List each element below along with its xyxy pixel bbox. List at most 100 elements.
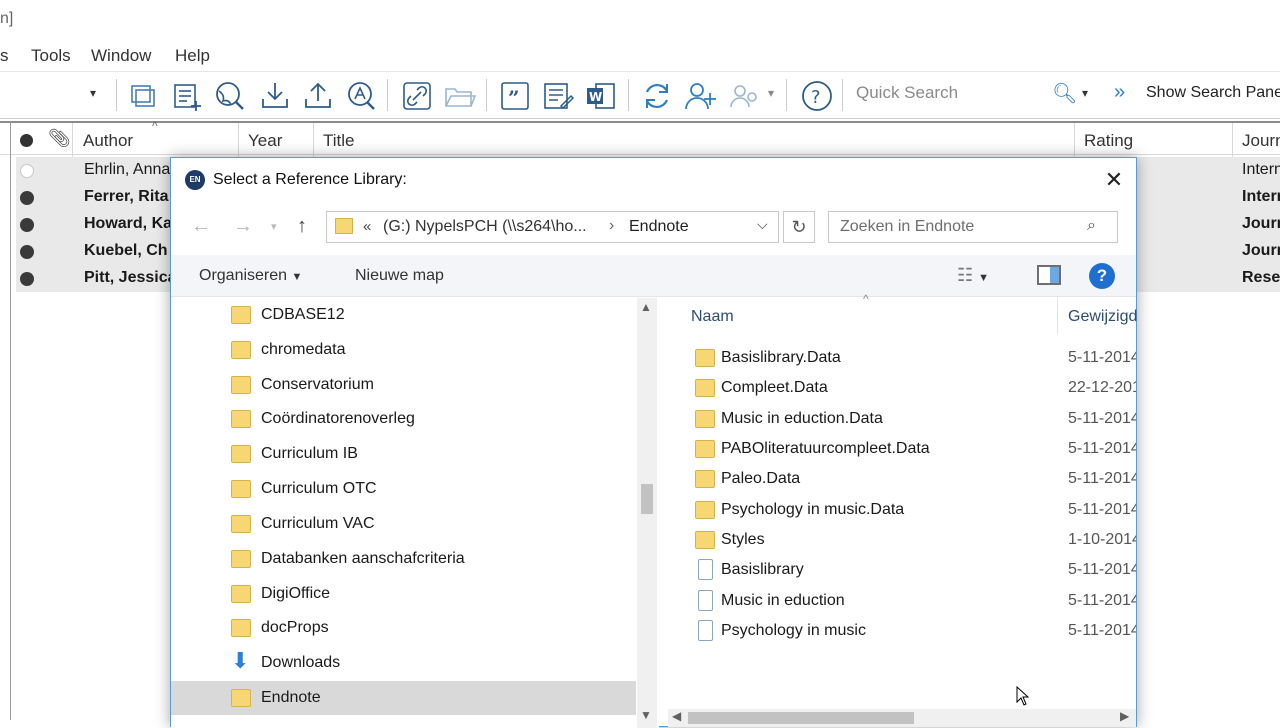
open-file-icon[interactable] bbox=[443, 79, 477, 113]
file-date: 5-11-2014 bbox=[1068, 561, 1136, 578]
open-link-icon[interactable] bbox=[400, 79, 434, 113]
attachment-column-icon[interactable]: 📎︎ bbox=[48, 128, 71, 149]
forward-arrow-icon[interactable]: → bbox=[233, 215, 253, 238]
breadcrumb-overflow[interactable]: « bbox=[363, 218, 371, 235]
folder-icon bbox=[231, 689, 251, 707]
search-options-dropdown-arrow[interactable]: ▾ bbox=[1082, 86, 1088, 100]
read-status-dot[interactable] bbox=[20, 164, 34, 178]
find-fulltext-icon[interactable] bbox=[343, 79, 377, 113]
unread-status-dot[interactable] bbox=[20, 272, 34, 286]
file-row[interactable]: PABOliteratuurcompleet.Data 5-11-2014 bbox=[691, 435, 1136, 465]
search-icon[interactable]: 🔍︎ bbox=[1052, 81, 1077, 106]
show-search-panel-button[interactable]: Show Search Pane bbox=[1146, 84, 1280, 102]
window-title-bar: n] bbox=[0, 0, 1280, 40]
file-row[interactable]: Styles 1-10-2014 bbox=[691, 526, 1136, 556]
insert-citation-icon[interactable]: ” bbox=[498, 79, 532, 113]
nav-item-downloads[interactable]: ⬇ Downloads bbox=[231, 646, 636, 680]
read-status-column-icon[interactable] bbox=[20, 134, 33, 147]
address-bar[interactable]: « (G:) NypelsPCH (\\s264\ho... › Endnote… bbox=[326, 211, 779, 243]
recent-locations-dropdown-icon[interactable]: ▾ bbox=[271, 220, 277, 233]
file-row[interactable]: Compleet.Data 22-12-2014 bbox=[691, 374, 1136, 404]
scroll-left-icon[interactable]: ◀ bbox=[672, 709, 681, 723]
nav-item-endnote[interactable]: Endnote bbox=[171, 681, 636, 715]
column-separator[interactable] bbox=[1057, 298, 1058, 334]
breadcrumb-separator[interactable]: › bbox=[609, 217, 614, 235]
unread-status-dot[interactable] bbox=[20, 191, 34, 205]
file-row[interactable]: Paleo.Data 5-11-2014 bbox=[691, 465, 1136, 495]
menu-bar: s Tools Window Help bbox=[0, 40, 1280, 72]
nav-item-coordinatorenoverleg[interactable]: Coördinatorenoverleg bbox=[231, 402, 636, 436]
file-row[interactable]: Basislibrary 5-11-2014 bbox=[691, 556, 1136, 586]
nav-item-cdbase12[interactable]: CDBASE12 bbox=[231, 298, 636, 332]
breadcrumb-drive[interactable]: (G:) NypelsPCH (\\s264\ho... bbox=[383, 218, 587, 236]
scrollbar-thumb[interactable] bbox=[688, 712, 914, 724]
endnote-app-icon: EN bbox=[185, 170, 205, 190]
nav-item-curriculum-vac[interactable]: Curriculum VAC bbox=[231, 507, 636, 541]
share-library-icon[interactable] bbox=[683, 79, 717, 113]
breadcrumb-current[interactable]: Endnote bbox=[629, 218, 689, 236]
group-share-dropdown-arrow[interactable]: ▾ bbox=[768, 86, 774, 100]
menu-item-tools[interactable]: Tools bbox=[31, 46, 71, 66]
close-button[interactable]: ✕ bbox=[1101, 168, 1127, 194]
file-row[interactable]: Psychology in music 5-11-2014 bbox=[691, 617, 1136, 647]
nav-item-digioffice[interactable]: DigiOffice bbox=[231, 577, 636, 611]
format-bibliography-icon[interactable] bbox=[541, 79, 575, 113]
scrollbar-thumb[interactable] bbox=[641, 484, 653, 514]
unread-status-dot[interactable] bbox=[20, 245, 34, 259]
style-dropdown-arrow[interactable]: ▾ bbox=[90, 86, 96, 100]
nav-item-conservatorium[interactable]: Conservatorium bbox=[231, 368, 636, 402]
up-arrow-icon[interactable]: ↑ bbox=[297, 215, 307, 238]
refresh-button[interactable]: ↻ bbox=[783, 211, 815, 243]
file-row[interactable]: Basislibrary.Data 5-11-2014 bbox=[691, 344, 1136, 374]
new-folder-button[interactable]: Nieuwe map bbox=[355, 267, 444, 285]
column-header-name[interactable]: Naam bbox=[691, 308, 734, 326]
nav-item-label: Endnote bbox=[261, 689, 321, 706]
navigation-scrollbar[interactable]: ▲ ▼ bbox=[637, 298, 657, 728]
nav-item-chromedata[interactable]: chromedata bbox=[231, 333, 636, 367]
quick-search-input[interactable]: Quick Search bbox=[856, 83, 1076, 103]
search-icon[interactable]: ⌕ bbox=[1087, 217, 1096, 235]
reference-journal: Intern bbox=[1242, 188, 1280, 205]
online-search-icon[interactable] bbox=[213, 79, 247, 113]
reference-author: Ehrlin, Anna bbox=[84, 161, 171, 178]
column-header-title[interactable]: Title bbox=[323, 131, 355, 151]
chevron-down-icon[interactable]: ⌵ bbox=[757, 216, 768, 233]
sync-icon[interactable] bbox=[640, 79, 674, 113]
group-share-icon[interactable] bbox=[728, 79, 762, 113]
export-icon[interactable] bbox=[301, 79, 335, 113]
reference-list-header: 📎︎ Author ^ Year Title Rating Journ bbox=[0, 119, 1280, 157]
column-header-modified[interactable]: Gewijzigd bbox=[1068, 308, 1137, 326]
search-input[interactable]: Zoeken in Endnote ⌕ bbox=[828, 211, 1118, 243]
unread-status-dot[interactable] bbox=[20, 218, 34, 232]
preview-pane-icon[interactable] bbox=[1037, 265, 1061, 285]
column-header-rating[interactable]: Rating bbox=[1084, 131, 1133, 151]
help-button[interactable]: ? bbox=[1089, 263, 1115, 289]
folder-icon bbox=[695, 440, 715, 458]
nav-item-curriculum-ib[interactable]: Curriculum IB bbox=[231, 437, 636, 471]
view-options-icon[interactable]: ☷ ▼ bbox=[957, 265, 989, 286]
new-reference-icon[interactable] bbox=[170, 79, 204, 113]
column-header-journal[interactable]: Journ bbox=[1242, 131, 1280, 151]
import-icon[interactable] bbox=[258, 79, 292, 113]
column-header-author[interactable]: Author bbox=[83, 131, 133, 151]
column-header-year[interactable]: Year bbox=[248, 131, 282, 151]
word-icon[interactable]: W bbox=[584, 79, 618, 113]
double-chevron-down-icon[interactable]: » bbox=[1114, 81, 1125, 104]
scroll-right-icon[interactable]: ▶ bbox=[1120, 709, 1129, 723]
back-arrow-icon[interactable]: ← bbox=[191, 215, 211, 238]
menu-item-partial[interactable]: s bbox=[0, 46, 9, 66]
menu-item-window[interactable]: Window bbox=[91, 46, 151, 66]
help-icon[interactable]: ? bbox=[800, 79, 834, 113]
copy-to-library-icon[interactable] bbox=[128, 79, 162, 113]
nav-item-databanken[interactable]: Databanken aanschafcriteria bbox=[231, 542, 636, 576]
reference-author: Kuebel, Ch bbox=[84, 242, 168, 259]
file-row[interactable]: Music in eduction 5-11-2014 bbox=[691, 587, 1136, 617]
horizontal-scrollbar[interactable]: ◀ ▶ bbox=[668, 709, 1136, 727]
scroll-up-icon[interactable]: ▲ bbox=[640, 300, 652, 314]
nav-item-curriculum-otc[interactable]: Curriculum OTC bbox=[231, 472, 636, 506]
organize-button[interactable]: Organiseren ▼ bbox=[199, 267, 302, 285]
nav-item-docprops[interactable]: docProps bbox=[231, 611, 636, 645]
menu-item-help[interactable]: Help bbox=[175, 46, 210, 66]
file-row[interactable]: Music in eduction.Data 5-11-2014 bbox=[691, 405, 1136, 435]
file-row[interactable]: Psychology in music.Data 5-11-2014 bbox=[691, 496, 1136, 526]
